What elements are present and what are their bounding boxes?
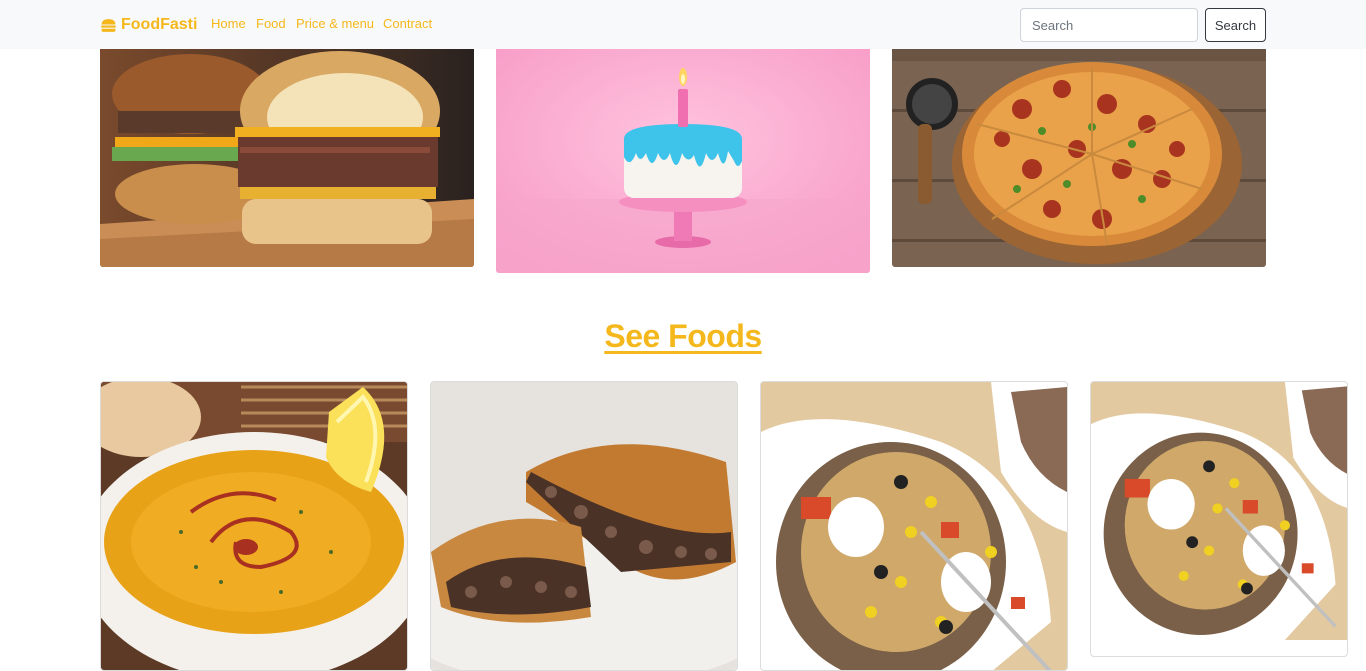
- food-card-soup[interactable]: [100, 381, 408, 671]
- food-card-stuffed-potato[interactable]: [760, 381, 1068, 671]
- pizza-photo: [892, 49, 1266, 267]
- food-card-meat-pie[interactable]: [430, 381, 738, 671]
- navbar: FoodFasti Home Food Price & menu Contrac…: [0, 0, 1366, 49]
- burger-photo: [100, 49, 474, 267]
- stuffed-potato-photo: [761, 382, 1067, 670]
- nav-link-food[interactable]: Food: [256, 16, 286, 31]
- search-input[interactable]: [1020, 8, 1198, 42]
- see-foods-link[interactable]: See Foods: [604, 318, 762, 354]
- hero-card-cake[interactable]: [496, 49, 870, 273]
- meat-pie-photo: [431, 382, 737, 670]
- birthday-cake-photo: [496, 49, 870, 273]
- brand-name: FoodFasti: [121, 16, 198, 33]
- lentil-soup-photo: [101, 382, 407, 670]
- burger-icon: [101, 18, 116, 32]
- hero-card-burger[interactable]: [100, 49, 474, 267]
- section-title: See Foods: [0, 318, 1366, 355]
- brand-link[interactable]: FoodFasti: [100, 14, 197, 36]
- stuffed-potato-photo: [1091, 382, 1347, 640]
- nav-link-home[interactable]: Home: [211, 16, 246, 31]
- nav-link-price-menu[interactable]: Price & menu: [296, 16, 374, 31]
- food-card-stuffed-potato-2[interactable]: [1090, 381, 1348, 657]
- nav-link-contract[interactable]: Contract: [383, 16, 432, 31]
- hero-card-pizza[interactable]: [892, 49, 1266, 267]
- search-button[interactable]: Search: [1205, 8, 1266, 42]
